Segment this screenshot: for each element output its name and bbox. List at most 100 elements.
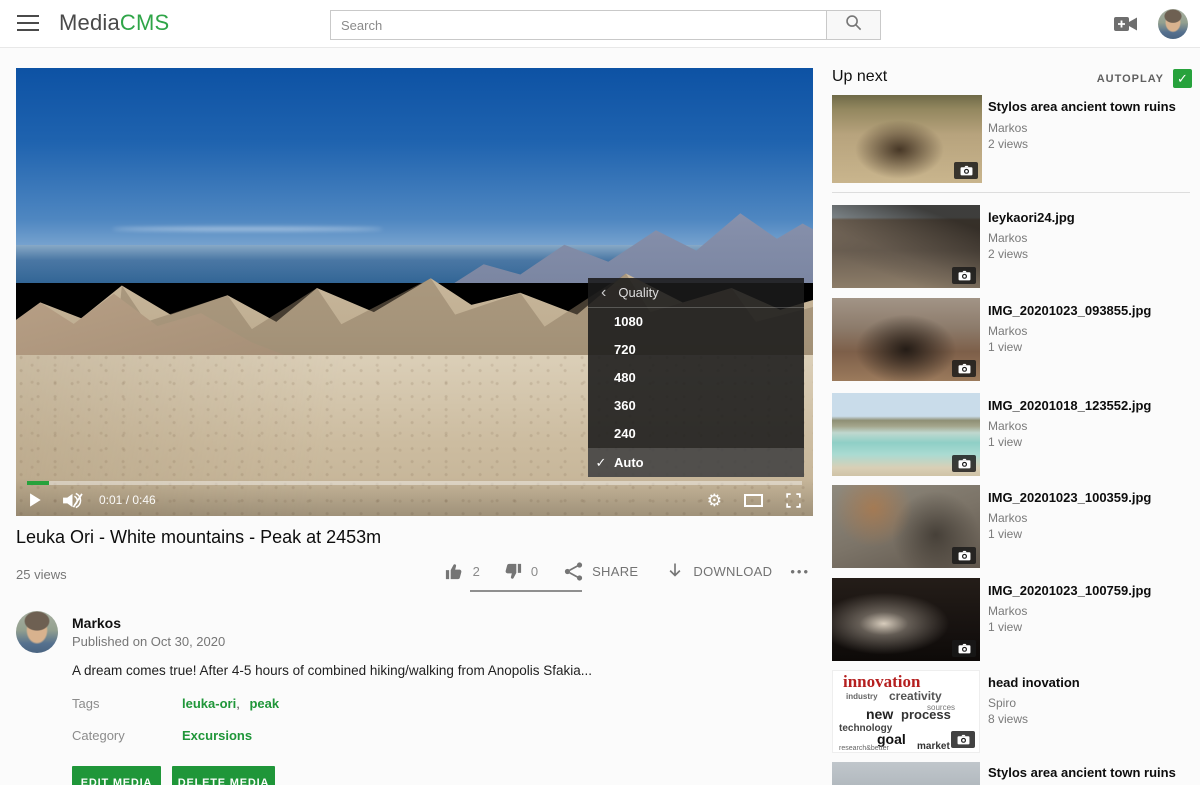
logo-media: Media [59,10,120,35]
dislike-button[interactable]: 0 [502,561,538,582]
search-icon [844,13,863,37]
video-frame-contrail [112,227,383,231]
image-badge [952,640,976,657]
quality-option-480[interactable]: 480 [588,364,804,392]
item-title[interactable]: IMG_20201018_123552.jpg [988,398,1193,414]
author-avatar[interactable] [16,611,58,653]
download-label: DOWNLOAD [693,564,772,579]
check-icon: ✓ [588,449,614,477]
up-next-sidebar: Up next AUTOPLAY ✓ Stylos area ancient t… [832,60,1196,785]
image-badge [952,455,976,472]
more-actions-button[interactable]: ••• [790,564,810,579]
quality-menu-header[interactable]: ‹ Quality [588,278,804,308]
quality-option-auto-selected[interactable]: ✓ Auto [588,448,804,477]
item-views: 1 view [988,620,1022,634]
seek-bar-fill [27,481,49,485]
item-title[interactable]: IMG_20201023_100759.jpg [988,583,1193,599]
fullscreen-icon[interactable] [785,492,802,509]
logo-cms: CMS [120,10,170,35]
publish-date: Published on Oct 30, 2020 [72,634,225,649]
back-chevron-icon: ‹ [601,284,606,302]
author-name[interactable]: Markos [72,615,121,631]
item-views: 1 view [988,435,1022,449]
image-badge [951,731,975,748]
tags-row: leuka-ori, peak [182,696,279,711]
theater-mode-icon[interactable] [744,494,785,507]
up-next-heading: Up next [832,68,887,86]
search-input[interactable] [330,10,827,40]
thumbnail[interactable] [832,578,980,661]
item-title[interactable]: head inovation [988,675,1193,691]
quality-option-240[interactable]: 240 [588,420,804,448]
settings-gear-icon[interactable]: ⚙ [707,492,722,509]
cloud-word: market [917,741,950,752]
media-description: A dream comes true! After 4-5 hours of c… [72,663,712,678]
like-count: 2 [473,564,480,579]
item-views: 2 views [988,137,1028,151]
item-author: Markos [988,604,1027,618]
view-count: 25 views [16,567,67,582]
image-badge [952,547,976,564]
media-title: Leuka Ori - White mountains - Peak at 24… [16,527,716,548]
item-title[interactable]: Stylos area ancient town ruins [988,765,1193,781]
thumbnail[interactable] [832,762,980,785]
thumbnail[interactable] [832,205,980,288]
item-title[interactable]: leykaori24.jpg [988,210,1193,226]
thumbnail[interactable]: innovation industry creativity sources n… [832,670,980,753]
item-author: Markos [988,324,1027,338]
video-player[interactable]: ‹ Quality 1080 720 480 360 240 ✓ Auto 0:… [16,68,813,516]
item-title[interactable]: Stylos area ancient town ruins [988,99,1193,115]
thumbnail[interactable] [832,95,982,183]
top-bar: MediaCMS [0,0,1200,48]
rating-bar [470,590,582,592]
search-button[interactable] [826,10,881,40]
cloud-word: new [866,706,893,722]
image-badge [952,360,976,377]
delete-media-button[interactable]: DELETE MEDIA [172,766,275,785]
menu-icon[interactable] [17,15,39,33]
player-controls: 0:01 / 0:46 ⚙ [16,478,813,516]
share-icon [564,561,583,582]
quality-option-1080[interactable]: 1080 [588,308,804,336]
tag-separator: , [236,696,240,711]
thumbnail[interactable] [832,298,980,381]
seek-bar[interactable] [27,481,802,485]
item-title[interactable]: IMG_20201023_093855.jpg [988,303,1193,319]
item-author: Markos [988,419,1027,433]
share-label: SHARE [592,564,638,579]
quality-option-360[interactable]: 360 [588,392,804,420]
thumbs-down-icon [502,561,523,582]
item-views: 8 views [988,712,1028,726]
image-badge [952,267,976,284]
download-button[interactable]: DOWNLOAD [666,561,772,581]
tag-link-leuka-ori[interactable]: leuka-ori [182,696,236,711]
edit-media-button[interactable]: EDIT MEDIA [72,766,161,785]
item-title[interactable]: IMG_20201023_100359.jpg [988,490,1193,506]
item-views: 1 view [988,340,1022,354]
time-display: 0:01 / 0:46 [99,493,156,507]
upload-media-button[interactable] [1113,14,1139,34]
thumbs-up-icon [444,561,465,582]
share-button[interactable]: SHARE [564,561,638,582]
checkmark-icon: ✓ [1177,71,1188,87]
quality-menu-title: Quality [618,285,658,300]
quality-option-auto-label: Auto [614,449,644,477]
quality-option-720[interactable]: 720 [588,336,804,364]
category-link[interactable]: Excursions [182,728,252,743]
logo[interactable]: MediaCMS [59,10,169,36]
volume-muted-icon[interactable] [62,492,83,509]
item-author: Markos [988,511,1027,525]
cloud-word: research&better [839,745,889,752]
thumbnail[interactable] [832,393,980,476]
play-icon[interactable] [27,492,42,508]
image-badge [954,162,978,179]
autoplay-checkbox[interactable]: ✓ [1173,69,1192,88]
autoplay-label: AUTOPLAY [1097,73,1164,85]
dislike-count: 0 [531,564,538,579]
item-views: 2 views [988,247,1028,261]
tag-link-peak[interactable]: peak [249,696,279,711]
user-avatar[interactable] [1158,9,1188,39]
like-button[interactable]: 2 [444,561,480,582]
item-author: Markos [988,231,1027,245]
thumbnail[interactable] [832,485,980,568]
